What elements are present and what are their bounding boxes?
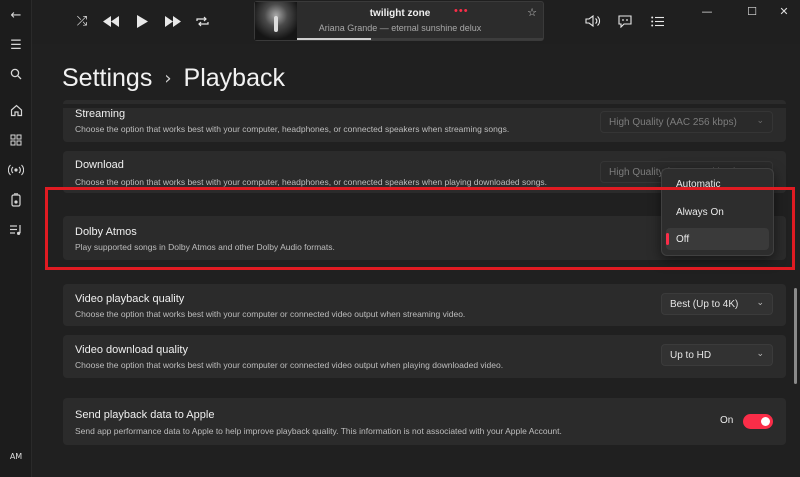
- breadcrumb-separator: ›: [164, 68, 172, 89]
- lyrics-icon[interactable]: [614, 9, 636, 33]
- track-subtitle: Ariana Grande — eternal sunshine delux: [318, 23, 482, 33]
- setting-title: Streaming: [75, 108, 126, 120]
- library-icon[interactable]: [4, 189, 28, 211]
- setting-description: Choose the option that works best with y…: [75, 360, 504, 370]
- breadcrumb: Settings › Playback: [62, 64, 285, 93]
- select-value: Up to HD: [670, 349, 712, 361]
- page-subtitle: Playback: [183, 64, 285, 92]
- video-playback-quality-select[interactable]: Best (Up to 4K) ⌄: [661, 293, 773, 315]
- home-icon[interactable]: [4, 99, 28, 121]
- now-playing[interactable]: twilight zone ••• Ariana Grande — eterna…: [254, 1, 544, 41]
- back-icon[interactable]: ←: [4, 4, 28, 26]
- video-download-setting: Video download quality Choose the option…: [63, 335, 786, 378]
- radio-icon[interactable]: [4, 159, 28, 181]
- repeat-icon[interactable]: [192, 9, 212, 33]
- maximize-icon[interactable]: ☐: [737, 0, 767, 22]
- more-options-icon[interactable]: •••: [454, 5, 469, 17]
- setting-title: Send playback data to Apple: [75, 409, 215, 421]
- select-value: Best (Up to 4K): [670, 298, 739, 310]
- setting-description: Send app performance data to Apple to he…: [75, 426, 562, 436]
- send-playback-data-setting: Send playback data to Apple Send app per…: [63, 398, 786, 445]
- queue-icon[interactable]: [646, 9, 668, 33]
- playlist-icon[interactable]: [4, 219, 28, 241]
- chevron-down-icon: ⌄: [756, 349, 764, 359]
- select-value: High Quality (AAC 256 kbps): [609, 116, 737, 128]
- search-icon[interactable]: [4, 63, 28, 85]
- menu-icon[interactable]: ☰: [4, 34, 28, 56]
- play-icon[interactable]: [132, 9, 152, 33]
- toggle-state-label: On: [720, 415, 734, 426]
- setting-title: Download: [75, 159, 124, 171]
- grid-icon[interactable]: [4, 129, 28, 151]
- chevron-down-icon: ⌄: [756, 298, 764, 308]
- progress-bar[interactable]: [297, 38, 543, 40]
- next-icon[interactable]: [162, 9, 184, 33]
- video-download-quality-select[interactable]: Up to HD ⌄: [661, 344, 773, 366]
- scrollbar[interactable]: [794, 288, 797, 384]
- video-playback-setting: Video playback quality Choose the option…: [63, 284, 786, 326]
- scroll-fade: [63, 104, 786, 108]
- sidebar: ← ☰ AM: [0, 0, 32, 477]
- player-bar: ⤮ twilight zone ••• Ariana Grande — eter…: [32, 0, 800, 44]
- streaming-quality-select[interactable]: High Quality (AAC 256 kbps) ⌄: [600, 111, 773, 133]
- track-title: twilight zone: [369, 8, 431, 19]
- send-playback-data-toggle[interactable]: [743, 414, 773, 429]
- setting-description: Choose the option that works best with y…: [75, 177, 548, 187]
- avatar[interactable]: AM: [6, 452, 26, 466]
- setting-description: Choose the option that works best with y…: [75, 124, 510, 134]
- minimize-icon[interactable]: —: [692, 0, 722, 22]
- toggle-knob: [761, 417, 770, 426]
- setting-description: Choose the option that works best with y…: [75, 309, 466, 319]
- setting-title: Video playback quality: [75, 293, 185, 305]
- previous-icon[interactable]: [100, 9, 122, 33]
- shuffle-icon[interactable]: ⤮: [72, 9, 92, 33]
- star-icon[interactable]: ☆: [527, 6, 537, 19]
- progress-fill: [297, 38, 371, 40]
- page-title[interactable]: Settings: [62, 64, 152, 93]
- album-art: [255, 2, 297, 40]
- chevron-down-icon: ⌄: [756, 116, 764, 126]
- highlight-box: [45, 187, 795, 270]
- setting-title: Video download quality: [75, 344, 188, 356]
- close-icon[interactable]: ✕: [769, 0, 799, 22]
- volume-icon[interactable]: [582, 9, 604, 33]
